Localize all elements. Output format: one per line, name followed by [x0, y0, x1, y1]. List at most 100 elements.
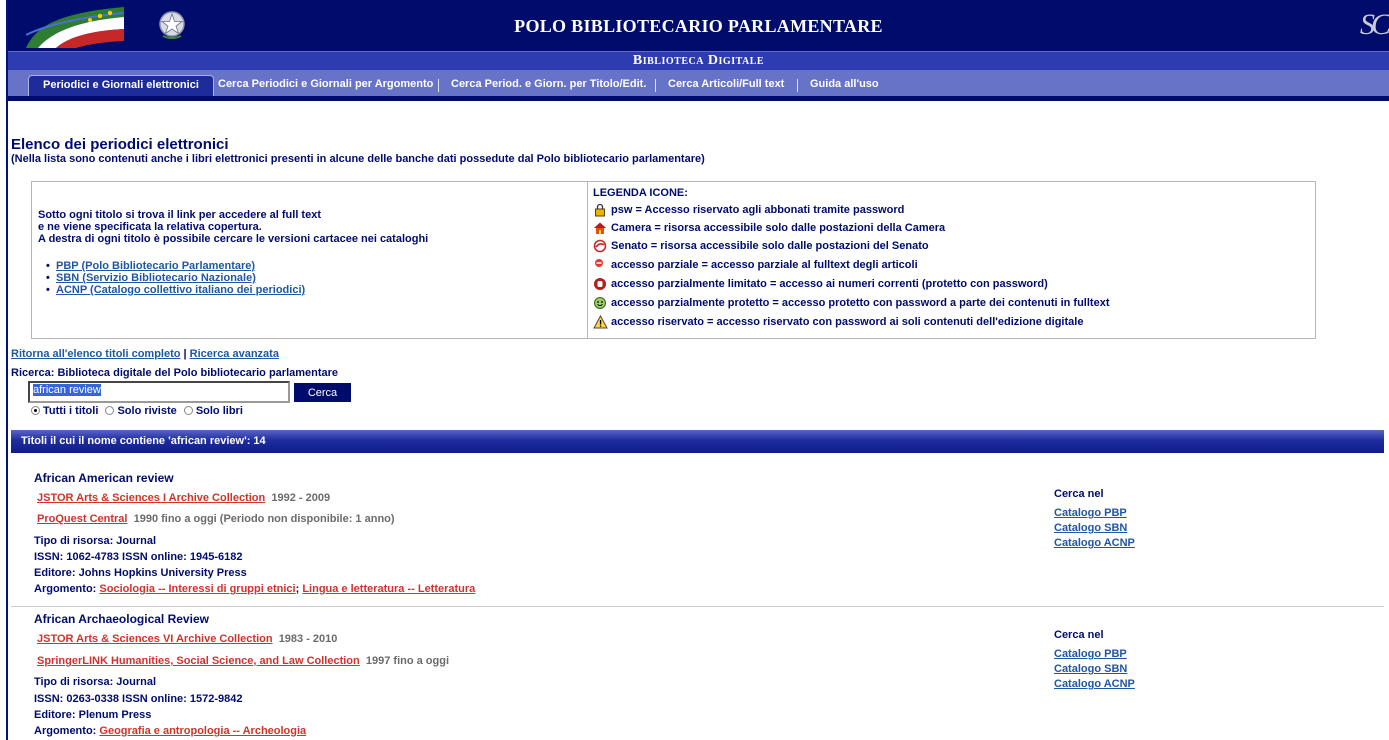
legend-box: LEGENDA ICONE: psw = Accesso riservato a…: [588, 181, 1316, 339]
catalog-list-item: • SBN (Servizio Bibliotecario Nazionale): [46, 272, 305, 284]
catalog-acnp-link[interactable]: Catalogo ACNP: [1054, 677, 1135, 692]
catalog-search-title: Cerca nel: [1054, 488, 1104, 500]
nav-underline: [8, 96, 1389, 101]
catalog-list-item: • ACNP (Catalogo collettivo italiano dei …: [46, 284, 305, 296]
search-button[interactable]: Cerca: [294, 383, 351, 402]
bullet: •: [46, 272, 50, 284]
radio-option-tutti[interactable]: Tutti i titoli: [31, 405, 98, 417]
monogram-logo: SC: [1359, 8, 1389, 41]
resource-type: Tipo di risorsa: Journal: [34, 535, 157, 547]
subject-link[interactable]: Geografia e antropologia -- Archeologia: [99, 725, 306, 737]
issn-info: ISSN: 0263-0338 ISSN online: 1572-9842: [34, 693, 243, 705]
warning-icon: [593, 315, 611, 329]
senate-icon: [593, 239, 611, 253]
radio-button-checked[interactable]: [31, 406, 40, 415]
tab-guida[interactable]: Guida all'uso: [810, 75, 879, 96]
catalog-pbp-link[interactable]: Catalogo PBP: [1054, 647, 1135, 662]
subject-row: Argomento: Geografia e antropologia -- A…: [34, 725, 306, 738]
result-item: African American review JSTOR Arts & Sci…: [11, 471, 1384, 607]
search-scope-radios: Tutti i titoli Solo riviste Solo libri: [31, 405, 247, 417]
catalog-search-block: Cerca nel Catalogo PBP Catalogo SBN Cata…: [1054, 488, 1135, 551]
catalog-link-pbp[interactable]: PBP (Polo Bibliotecario Parlamentare): [56, 260, 255, 272]
full-list-link[interactable]: Ritorna all'elenco titoli completo: [11, 348, 180, 360]
legend-text: Camera = risorsa accessibile solo dalle …: [611, 222, 946, 234]
resource-type: Tipo di risorsa: Journal: [34, 676, 157, 688]
subject-link[interactable]: Sociologia -- Interessi di gruppi etnici: [99, 583, 295, 595]
radio-button[interactable]: [105, 406, 115, 415]
tab-periodici-giornali[interactable]: Periodici e Giornali elettronici: [28, 75, 214, 96]
catalog-search-title: Cerca nel: [1054, 629, 1104, 641]
search-label: Ricerca: Biblioteca digitale del Polo bi…: [11, 367, 339, 379]
catalog-sbn-link[interactable]: Catalogo SBN: [1054, 521, 1135, 536]
left-border: [6, 0, 8, 740]
bullet: •: [46, 260, 50, 272]
catalog-search-block: Cerca nel Catalogo PBP Catalogo SBN Cata…: [1054, 629, 1135, 692]
legend-item-camera: Camera = risorsa accessibile solo dalle …: [593, 220, 945, 237]
legend-text: psw = Accesso riservato agli abbonati tr…: [611, 204, 905, 216]
legend-item-parziale: accesso parziale = accesso parziale al f…: [593, 257, 918, 274]
legend-text: accesso parzialmente protetto = accesso …: [611, 297, 1110, 309]
advanced-search-link[interactable]: Ricerca avanzata: [190, 348, 279, 360]
database-coverage: 1983 - 2010: [278, 633, 338, 645]
result-title: African American review: [34, 471, 174, 485]
site-subtitle: Biblioteca Digitale: [632, 53, 765, 68]
legend-item-riservato: accesso riservato = accesso riservato co…: [593, 314, 1083, 331]
database-row: JSTOR Arts & Sciences I Archive Collecti…: [37, 492, 330, 504]
nav-separator: [655, 79, 656, 92]
lock-icon: [593, 203, 611, 217]
database-link[interactable]: ProQuest Central: [37, 513, 127, 525]
tab-cerca-argomento[interactable]: Cerca Periodici e Giornali per Argomento: [218, 75, 433, 96]
partial-access-icon: [593, 258, 611, 272]
bullet: •: [46, 284, 50, 296]
nav-bar: Periodici e Giornali elettronici Cerca P…: [8, 70, 1389, 96]
catalog-link-acnp[interactable]: ACNP (Catalogo collettivo italiano dei p…: [56, 284, 305, 296]
result-item: African Archaeological Review JSTOR Arts…: [11, 612, 1384, 740]
info-line: A destra di ogni titolo è possibile cerc…: [38, 233, 429, 245]
legend-text: accesso parzialmente limitato = accesso …: [611, 278, 1048, 290]
database-link[interactable]: JSTOR Arts & Sciences I Archive Collecti…: [37, 492, 265, 504]
radio-button[interactable]: [183, 406, 193, 415]
smiley-icon: [593, 296, 611, 310]
search-input[interactable]: african review: [28, 381, 290, 403]
radio-option-riviste[interactable]: Solo riviste: [105, 405, 177, 417]
link-separator: |: [183, 348, 187, 360]
info-box: Sotto ogni titolo si trova il link per a…: [31, 181, 588, 339]
legend-text: accesso parziale = accesso parziale al f…: [611, 259, 918, 271]
subject-label: Argomento:: [34, 583, 97, 595]
catalog-pbp-link[interactable]: Catalogo PBP: [1054, 506, 1135, 521]
info-line: e ne viene specificata la relativa coper…: [38, 221, 262, 233]
subject-link[interactable]: Lingua e letteratura -- Letteratura: [302, 583, 475, 595]
house-icon: [593, 221, 611, 235]
catalog-link-sbn[interactable]: SBN (Servizio Bibliotecario Nazionale): [56, 272, 256, 284]
database-coverage: 1990 fino a oggi (Periodo non disponibil…: [133, 513, 395, 525]
site-header: POLO BIBLIOTECARIO PARLAMENTARE SC: [8, 0, 1389, 51]
catalog-acnp-link[interactable]: Catalogo ACNP: [1054, 536, 1135, 551]
catalog-list-item: • PBP (Polo Bibliotecario Parlamentare): [46, 260, 305, 272]
publisher-info: Editore: Johns Hopkins University Press: [34, 567, 247, 579]
catalog-sbn-link[interactable]: Catalogo SBN: [1054, 662, 1135, 677]
site-title: POLO BIBLIOTECARIO PARLAMENTARE: [514, 16, 883, 36]
legend-item-psw: psw = Accesso riservato agli abbonati tr…: [593, 202, 904, 219]
search-input-value: african review: [33, 384, 101, 396]
nav-separator: [438, 79, 439, 92]
nav-separator: [797, 79, 798, 92]
database-link[interactable]: JSTOR Arts & Sciences VI Archive Collect…: [37, 633, 273, 645]
tab-cerca-titolo[interactable]: Cerca Period. e Giorn. per Titolo/Edit.: [451, 75, 646, 96]
info-text: Sotto ogni titolo si trova il link per a…: [38, 209, 428, 245]
results-header: Titoli il cui il nome contiene 'african …: [11, 430, 1384, 453]
subject-row: Argomento: Sociologia -- Interessi di gr…: [34, 583, 475, 596]
radio-label: Tutti i titoli: [43, 405, 99, 417]
tab-cerca-articoli[interactable]: Cerca Articoli/Full text: [668, 75, 784, 96]
legend-item-parz-protetto: accesso parzialmente protetto = accesso …: [593, 295, 1109, 312]
sub-header: Biblioteca Digitale: [8, 51, 1389, 70]
page-title: Elenco dei periodici elettronici: [11, 136, 229, 153]
radio-option-libri[interactable]: Solo libri: [183, 405, 243, 417]
issn-info: ISSN: 1062-4783 ISSN online: 1945-6182: [34, 551, 243, 563]
legend-text: accesso riservato = accesso riservato co…: [611, 316, 1084, 328]
subject-label: Argomento:: [34, 725, 97, 737]
database-link[interactable]: SpringerLINK Humanities, Social Science,…: [37, 655, 360, 667]
database-row: ProQuest Central 1990 fino a oggi (Perio…: [37, 513, 395, 525]
catalog-list: • PBP (Polo Bibliotecario Parlamentare) •…: [46, 260, 305, 296]
quick-links: Ritorna all'elenco titoli completo | Ric…: [11, 348, 279, 360]
legend-title: LEGENDA ICONE:: [593, 187, 688, 199]
